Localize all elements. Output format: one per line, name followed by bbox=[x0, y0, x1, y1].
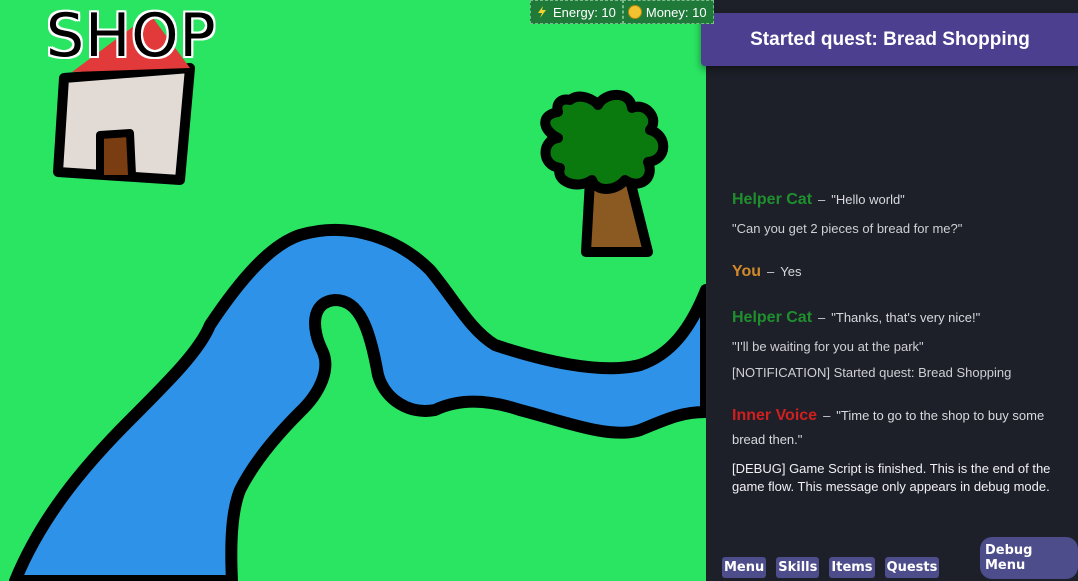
energy-value: Energy: 10 bbox=[553, 4, 616, 20]
log-message: You – Yes bbox=[732, 260, 1058, 284]
log-message: Helper Cat – "Thanks, that's very nice!" "… bbox=[732, 306, 1058, 382]
dialogue-panel: Started quest: Bread Shopping Helper Cat… bbox=[701, 0, 1078, 581]
speaker-name: Helper Cat bbox=[732, 191, 813, 208]
message-line: "Can you get 2 pieces of bread for me?" bbox=[732, 221, 963, 236]
speaker-name: You bbox=[732, 263, 762, 280]
separator: – bbox=[767, 264, 775, 279]
skills-button[interactable]: Skills bbox=[776, 557, 820, 578]
message-line: "I'll be waiting for you at the park" bbox=[732, 339, 924, 354]
items-button[interactable]: Items bbox=[829, 557, 875, 578]
message-text: "Hello world" bbox=[831, 192, 905, 207]
speaker-name: Helper Cat bbox=[732, 309, 813, 326]
debug-menu-button[interactable]: Debug Menu bbox=[980, 537, 1078, 579]
money-stat: Money: 10 bbox=[622, 0, 714, 24]
coin-icon bbox=[627, 5, 642, 19]
map-canvas bbox=[0, 0, 706, 581]
location-label: SHOP bbox=[46, 1, 217, 71]
message-text: Yes bbox=[780, 264, 802, 279]
menu-button[interactable]: Menu bbox=[722, 557, 767, 578]
separator: – bbox=[818, 310, 826, 325]
quest-banner: Started quest: Bread Shopping bbox=[701, 13, 1078, 66]
debug-line: [DEBUG] Game Script is finished. This is… bbox=[732, 461, 1051, 494]
quests-button[interactable]: Quests bbox=[884, 557, 940, 578]
message-log: Helper Cat – "Hello world" "Can you get 2 … bbox=[732, 188, 1058, 518]
game-map[interactable]: SHOP bbox=[0, 0, 706, 581]
log-message: Helper Cat – "Hello world" "Can you get 2 … bbox=[732, 188, 1058, 238]
lightning-icon bbox=[538, 6, 546, 18]
energy-stat: Energy: 10 bbox=[530, 0, 623, 24]
message-text: "Thanks, that's very nice!" bbox=[831, 310, 981, 325]
speaker-name: Inner Voice bbox=[732, 407, 818, 424]
notification-line: [NOTIFICATION] Started quest: Bread Shop… bbox=[732, 365, 1012, 380]
stats-bar: Energy: 10 Money: 10 bbox=[530, 0, 714, 25]
separator: – bbox=[818, 192, 826, 207]
log-message: Inner Voice – "Time to go to the shop to b… bbox=[732, 404, 1058, 496]
bottom-menu-bar: Menu Skills Items Quests bbox=[722, 557, 940, 578]
separator: – bbox=[823, 408, 831, 423]
money-value: Money: 10 bbox=[645, 4, 707, 20]
